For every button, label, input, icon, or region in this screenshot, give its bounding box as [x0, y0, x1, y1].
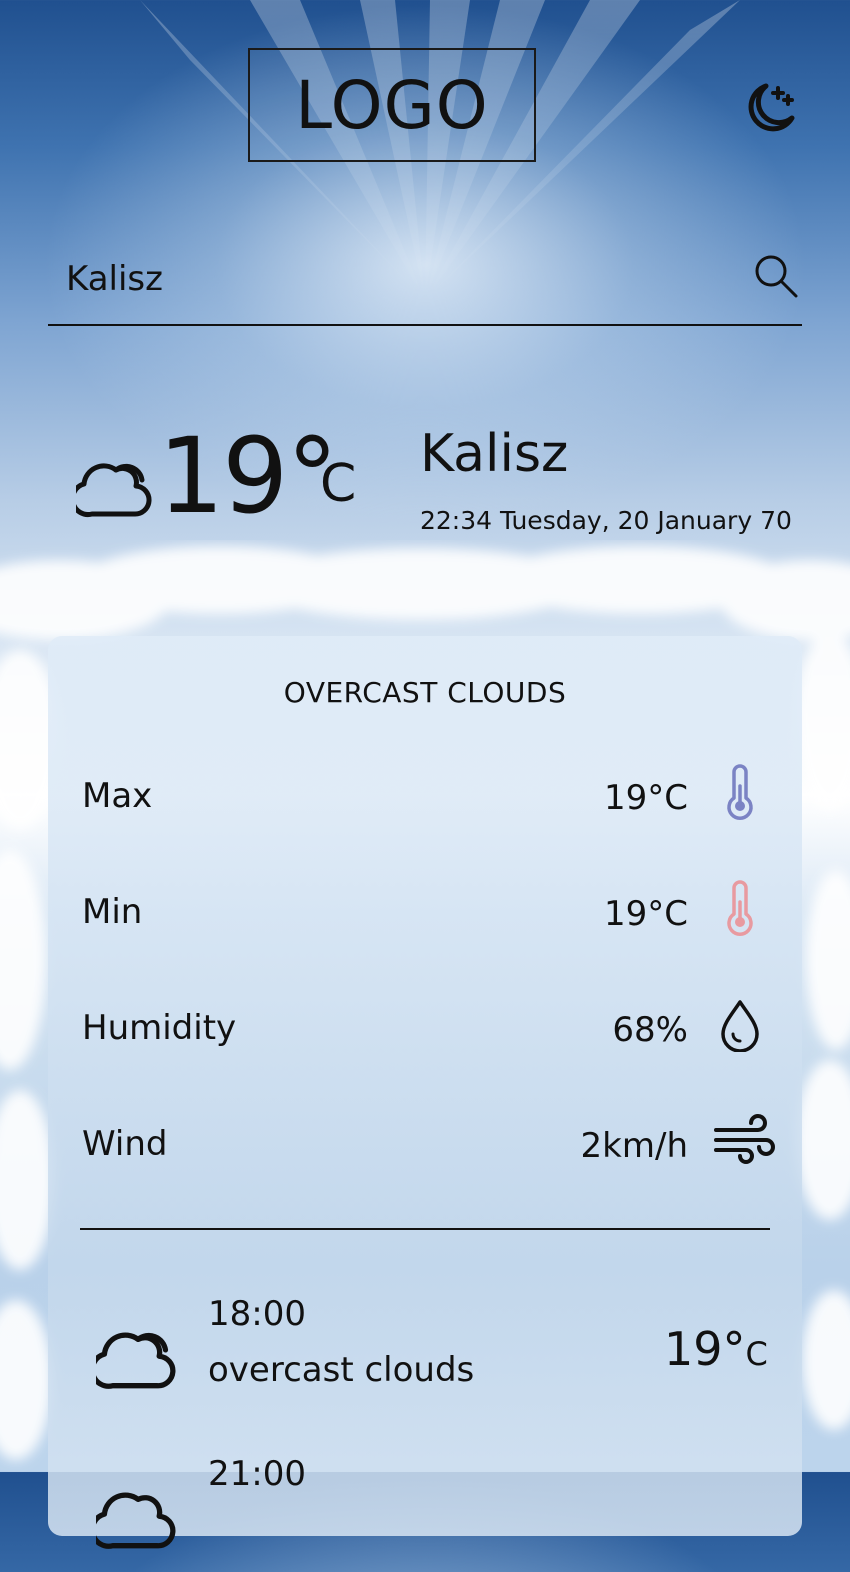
- current-datetime: 22:34 Tuesday, 20 January 70: [420, 506, 792, 535]
- forecast-temp-unit: C: [745, 1335, 768, 1373]
- detail-value: 68%: [612, 1010, 688, 1050]
- search-bar: [48, 240, 802, 326]
- cloud-icon: [96, 1492, 176, 1549]
- detail-value: 2km/h: [580, 1126, 688, 1166]
- thermometer-cold-icon: [727, 764, 753, 820]
- detail-value: 19°C: [603, 894, 688, 934]
- city-name: Kalisz: [420, 424, 569, 484]
- search-input[interactable]: [64, 248, 708, 310]
- forecast-time: 21:00: [208, 1454, 306, 1494]
- forecast-time: 18:00: [208, 1294, 306, 1334]
- divider: [80, 1228, 770, 1230]
- detail-row-humidity: Humidity 68%: [48, 1000, 802, 1068]
- detail-label: Max: [82, 776, 153, 816]
- detail-row-wind: Wind 2km/h: [48, 1114, 802, 1184]
- forecast-temp-value: 19°: [664, 1322, 746, 1376]
- detail-row-max: Max 19°C: [48, 764, 802, 836]
- detail-value: 19°C: [603, 778, 688, 818]
- search-icon: [755, 255, 798, 298]
- thermometer-hot-icon: [727, 880, 753, 936]
- detail-row-min: Min 19°C: [48, 880, 802, 952]
- wind-icon: [714, 1114, 775, 1164]
- cloud-icon: [96, 1332, 176, 1389]
- detail-label: Humidity: [82, 1008, 237, 1048]
- cloud-icon: [76, 463, 152, 518]
- weather-description: OVERCAST CLOUDS: [283, 676, 567, 709]
- weather-details-card: OVERCAST CLOUDS Max 19°C Min 19°C Humidi…: [48, 636, 802, 1549]
- moon-stars-icon: [748, 83, 795, 132]
- detail-label: Min: [82, 892, 143, 932]
- forecast-item: 18:00 overcast clouds 19°C: [48, 1282, 802, 1412]
- logo[interactable]: LOGO: [248, 48, 536, 162]
- temperature-unit: C: [320, 454, 357, 514]
- forecast-description: overcast clouds: [208, 1350, 475, 1390]
- theme-toggle-button[interactable]: [740, 80, 800, 136]
- water-drop-icon: [721, 1000, 759, 1052]
- search-button[interactable]: [752, 252, 800, 300]
- current-temperature: 19°: [158, 415, 338, 537]
- forecast-temperature: 19°C: [664, 1322, 768, 1376]
- current-weather: 19° C Kalisz 22:34 Tuesday, 20 January 7…: [76, 415, 796, 548]
- detail-label: Wind: [82, 1124, 168, 1164]
- forecast-item: 21:00: [48, 1442, 802, 1572]
